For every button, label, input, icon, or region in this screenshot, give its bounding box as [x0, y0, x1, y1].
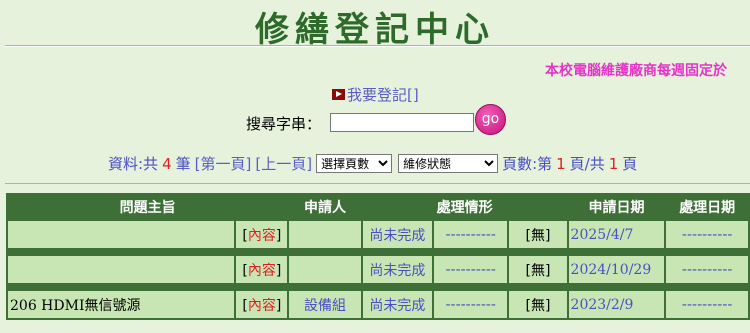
- table-row: [內容] 尚未完成 ---------- [無] 2024/10/29 ----…: [8, 256, 748, 283]
- table-row: 206 HDMI無信號源 [內容] 設備組 尚未完成 ---------- [無…: [8, 291, 748, 318]
- play-icon: [332, 89, 345, 100]
- pages-label: 頁數:第: [502, 155, 553, 173]
- total-count: 4: [162, 154, 172, 173]
- row-apply-date: 2024/10/29: [568, 256, 665, 283]
- pages-of: 頁/共: [569, 155, 605, 173]
- row-done-date: ----------: [666, 291, 748, 318]
- register-link[interactable]: 我要登記[]: [332, 84, 419, 105]
- row-apply-date: 2025/4/7: [568, 221, 665, 248]
- row-status: 尚未完成: [362, 221, 433, 248]
- row-content-link[interactable]: [內容]: [236, 221, 288, 248]
- search-input[interactable]: [330, 113, 474, 132]
- row-flag: [無]: [509, 221, 567, 248]
- header-status: 處理情形: [362, 195, 567, 219]
- row-handler: ----------: [434, 256, 508, 283]
- row-handler: ----------: [434, 221, 508, 248]
- header-done-date: 處理日期: [666, 195, 748, 219]
- header-subject: 問題主旨: [8, 195, 288, 219]
- row-applicant: [289, 256, 361, 283]
- row-content-link[interactable]: [內容]: [236, 291, 288, 318]
- table-row: [內容] 尚未完成 ---------- [無] 2025/4/7 ------…: [8, 221, 748, 248]
- row-apply-date: 2023/2/9: [568, 291, 665, 318]
- prev-page-link[interactable]: [上一頁]: [255, 153, 312, 174]
- row-applicant: 設備組: [289, 291, 361, 318]
- row-separator: [8, 250, 748, 254]
- pager: 資料:共 4 筆 [第一頁] [上一頁] 選擇頁數 維修狀態 頁數:第 1 頁/…: [108, 153, 637, 174]
- pages-suffix: 頁: [622, 155, 638, 173]
- row-handler: ----------: [434, 291, 508, 318]
- row-flag: [無]: [509, 291, 567, 318]
- row-subject: [8, 256, 235, 283]
- current-page: 1: [556, 154, 566, 173]
- page-select[interactable]: 選擇頁數: [316, 154, 393, 173]
- header-apply-date: 申請日期: [568, 195, 665, 219]
- row-status: 尚未完成: [362, 291, 433, 318]
- pager-prefix: 資料:共: [108, 155, 159, 173]
- row-subject: 206 HDMI無信號源: [8, 291, 235, 318]
- header-applicant: 申請人: [289, 195, 361, 219]
- row-content-link[interactable]: [內容]: [236, 256, 288, 283]
- header-divider: [5, 45, 750, 47]
- status-select[interactable]: 維修狀態: [398, 154, 499, 173]
- row-subject: [8, 221, 235, 248]
- pager-divider: [5, 183, 750, 184]
- row-separator: [8, 285, 748, 289]
- page-title: 修繕登記中心: [255, 10, 495, 50]
- go-button[interactable]: go: [475, 104, 506, 135]
- first-page-link[interactable]: [第一頁]: [195, 153, 252, 174]
- announcement-marquee: 本校電腦維護廠商每週固定於: [545, 63, 727, 79]
- pager-unit: 筆: [175, 155, 191, 173]
- page-count: 1: [608, 154, 619, 173]
- search-label: 搜尋字串：: [246, 115, 322, 133]
- register-label: 我要登記[]: [347, 86, 419, 104]
- row-done-date: ----------: [666, 221, 748, 248]
- row-done-date: ----------: [666, 256, 748, 283]
- row-applicant: [289, 221, 361, 248]
- row-flag: [無]: [509, 256, 567, 283]
- repair-table: 問題主旨 申請人 處理情形 申請日期 處理日期 [內容] 尚未完成 ------…: [6, 193, 750, 320]
- row-status: 尚未完成: [362, 256, 433, 283]
